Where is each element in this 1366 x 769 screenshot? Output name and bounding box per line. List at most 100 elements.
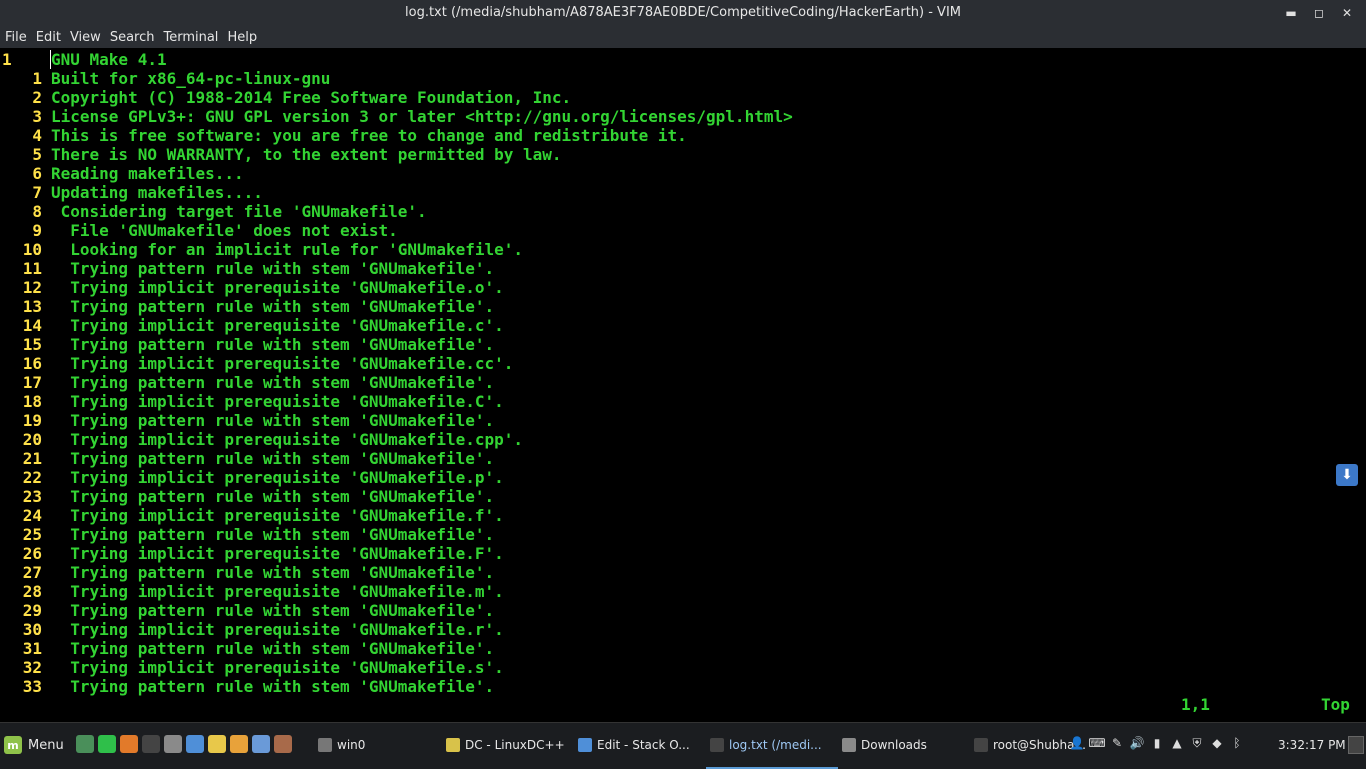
volume-icon[interactable]: 🔊 (1130, 736, 1145, 750)
taskbar-window-button[interactable]: Edit - Stack O... (574, 723, 706, 767)
line-text: Reading makefiles... (51, 164, 244, 183)
terminal-vim-buffer[interactable]: 1 GNU Make 4.1 1 Built for x86_64-pc-linux-… (0, 49, 1366, 723)
editor-line[interactable]: 3 License GPLv3+: GNU GPL version 3 or la… (0, 107, 1366, 126)
terminal-icon[interactable] (76, 735, 94, 753)
editor-line[interactable]: 25 Trying pattern rule with stem 'GNUmak… (0, 525, 1366, 544)
shield-icon[interactable]: ⛨ (1190, 736, 1204, 750)
line-text: Trying implicit prerequisite 'GNUmakefil… (51, 582, 504, 601)
line-number: 2 (32, 88, 42, 107)
editor-line[interactable]: 30 Trying implicit prerequisite 'GNUmake… (0, 620, 1366, 639)
line-text: Considering target file 'GNUmakefile'. (51, 202, 427, 221)
line-number: 18 (22, 392, 42, 411)
editor-line[interactable]: 1 Built for x86_64-pc-linux-gnu (0, 69, 1366, 88)
editor-line[interactable]: 14 Trying implicit prerequisite 'GNUmake… (0, 316, 1366, 335)
line-number: 25 (22, 525, 42, 544)
editor-line[interactable]: 16 Trying implicit prerequisite 'GNUmake… (0, 354, 1366, 373)
bittorrent-icon[interactable] (252, 735, 270, 753)
line-number: 22 (22, 468, 42, 487)
line-number: 13 (22, 297, 42, 316)
menu-help[interactable]: Help (224, 30, 260, 45)
line-number: 30 (22, 620, 42, 639)
clock[interactable]: 3:32:17 PM (1278, 738, 1346, 752)
taskbar-window-button[interactable]: DC - LinuxDC++ (442, 723, 574, 767)
quick-launch (76, 735, 292, 753)
maximize-button[interactable]: ◻ (1306, 3, 1332, 23)
line-number: 14 (22, 316, 42, 335)
taskbar-window-button[interactable]: log.txt (/medi... (706, 723, 838, 769)
line-number: 4 (32, 126, 42, 145)
editor-line[interactable]: 32 Trying implicit prerequisite 'GNUmake… (0, 658, 1366, 677)
line-text: Trying pattern rule with stem 'GNUmakefi… (51, 411, 495, 430)
menu-file[interactable]: File (2, 30, 30, 45)
editor-line[interactable]: 23 Trying pattern rule with stem 'GNUmak… (0, 487, 1366, 506)
start-menu-label: Menu (28, 737, 64, 753)
editor-line[interactable]: 26 Trying implicit prerequisite 'GNUmake… (0, 544, 1366, 563)
editor-line[interactable]: 18 Trying implicit prerequisite 'GNUmake… (0, 392, 1366, 411)
taskbar: m Menu win0 DC - LinuxDC++ Edit - Stack O.… (0, 722, 1366, 769)
menu-edit[interactable]: Edit (33, 30, 64, 45)
editor-line[interactable]: 9 File 'GNUmakefile' does not exist. (0, 221, 1366, 240)
editor-line[interactable]: 5 There is NO WARRANTY, to the extent per… (0, 145, 1366, 164)
whatsapp-icon[interactable] (98, 735, 116, 753)
app-icon[interactable] (274, 735, 292, 753)
editor-line[interactable]: 28 Trying implicit prerequisite 'GNUmake… (0, 582, 1366, 601)
menu-view[interactable]: View (67, 30, 104, 45)
show-desktop-button[interactable] (1348, 736, 1364, 754)
vlc-icon[interactable] (230, 735, 248, 753)
window-title: log.txt (/media/shubham/A878AE3F78AE0BDE… (405, 5, 961, 20)
line-text: Trying implicit prerequisite 'GNUmakefil… (51, 278, 504, 297)
editor-line[interactable]: 20 Trying implicit prerequisite 'GNUmake… (0, 430, 1366, 449)
taskbar-window-button[interactable]: Downloads (838, 723, 970, 767)
editor-line[interactable]: 15 Trying pattern rule with stem 'GNUmak… (0, 335, 1366, 354)
editor-line[interactable]: 7 Updating makefiles.... (0, 183, 1366, 202)
line-text: Trying pattern rule with stem 'GNUmakefi… (51, 373, 495, 392)
editor-line[interactable]: 12 Trying implicit prerequisite 'GNUmake… (0, 278, 1366, 297)
editor-line[interactable]: 27 Trying pattern rule with stem 'GNUmak… (0, 563, 1366, 582)
taskbar-window-button[interactable]: win0 (314, 723, 442, 767)
taskbar-window-label: DC - LinuxDC++ (465, 738, 565, 752)
taskbar-window-label: win0 (337, 738, 366, 752)
terminal-icon[interactable] (142, 735, 160, 753)
editor-line[interactable]: 10 Looking for an implicit rule for 'GNU… (0, 240, 1366, 259)
menu-terminal[interactable]: Terminal (160, 30, 221, 45)
window-controls: ▬ ◻ ✕ (1278, 3, 1360, 23)
editor-line[interactable]: 29 Trying pattern rule with stem 'GNUmak… (0, 601, 1366, 620)
bluetooth-icon[interactable]: ᛒ (1230, 736, 1244, 750)
folder-icon[interactable] (164, 735, 182, 753)
line-text: Trying pattern rule with stem 'GNUmakefi… (51, 639, 495, 658)
notes-icon[interactable] (208, 735, 226, 753)
user-icon[interactable]: 👤 (1070, 736, 1085, 750)
pen-icon[interactable]: ✎ (1110, 736, 1124, 750)
editor-line[interactable]: 19 Trying pattern rule with stem 'GNUmak… (0, 411, 1366, 430)
editor-line[interactable]: 6 Reading makefiles... (0, 164, 1366, 183)
line-text: Trying implicit prerequisite 'GNUmakefil… (51, 430, 524, 449)
vlc-icon[interactable]: ▲ (1170, 736, 1184, 750)
editor-line[interactable]: 11 Trying pattern rule with stem 'GNUmak… (0, 259, 1366, 278)
minimize-button[interactable]: ▬ (1278, 3, 1304, 23)
scroll-down-arrow-icon[interactable]: ⬇ (1336, 464, 1358, 486)
keyboard-icon[interactable]: ⌨ (1088, 736, 1105, 750)
editor-line[interactable]: 31 Trying pattern rule with stem 'GNUmak… (0, 639, 1366, 658)
editor-line[interactable]: 33 Trying pattern rule with stem 'GNUmak… (0, 677, 1366, 696)
chromium-icon[interactable] (186, 735, 204, 753)
editor-line[interactable]: 8 Considering target file 'GNUmakefile'. (0, 202, 1366, 221)
line-text: Trying implicit prerequisite 'GNUmakefil… (51, 316, 504, 335)
battery-icon[interactable]: ▮ (1150, 736, 1164, 750)
line-text: File 'GNUmakefile' does not exist. (51, 221, 398, 240)
editor-line[interactable]: 22 Trying implicit prerequisite 'GNUmake… (0, 468, 1366, 487)
editor-line[interactable]: 13 Trying pattern rule with stem 'GNUmak… (0, 297, 1366, 316)
editor-line[interactable]: 21 Trying pattern rule with stem 'GNUmak… (0, 449, 1366, 468)
editor-line[interactable]: 2 Copyright (C) 1988-2014 Free Software F… (0, 88, 1366, 107)
editor-line[interactable]: 24 Trying implicit prerequisite 'GNUmake… (0, 506, 1366, 525)
line-text: Trying pattern rule with stem 'GNUmakefi… (51, 335, 495, 354)
line-text: Trying pattern rule with stem 'GNUmakefi… (51, 259, 495, 278)
close-button[interactable]: ✕ (1334, 3, 1360, 23)
line-number: 6 (32, 164, 42, 183)
editor-line[interactable]: 17 Trying pattern rule with stem 'GNUmak… (0, 373, 1366, 392)
dropbox-icon[interactable]: ◆ (1210, 736, 1224, 750)
firefox-icon[interactable] (120, 735, 138, 753)
editor-line[interactable]: 4 This is free software: you are free to … (0, 126, 1366, 145)
start-menu-button[interactable]: m Menu (4, 736, 64, 754)
menu-search[interactable]: Search (107, 30, 158, 45)
editor-line[interactable]: 1 GNU Make 4.1 (0, 50, 1366, 69)
